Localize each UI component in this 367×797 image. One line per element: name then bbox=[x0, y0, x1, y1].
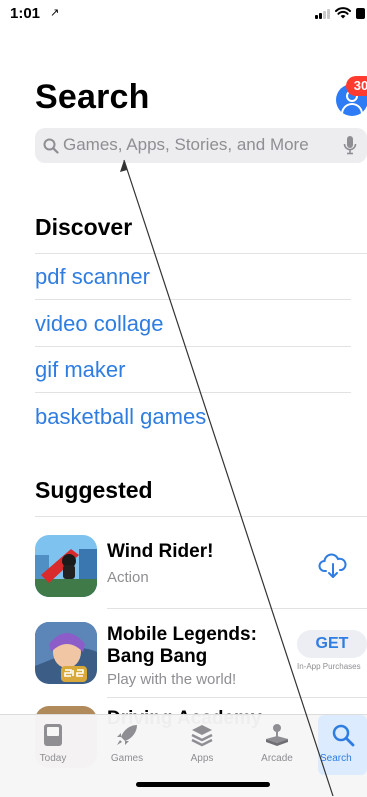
annotation-arrow bbox=[120, 159, 334, 796]
